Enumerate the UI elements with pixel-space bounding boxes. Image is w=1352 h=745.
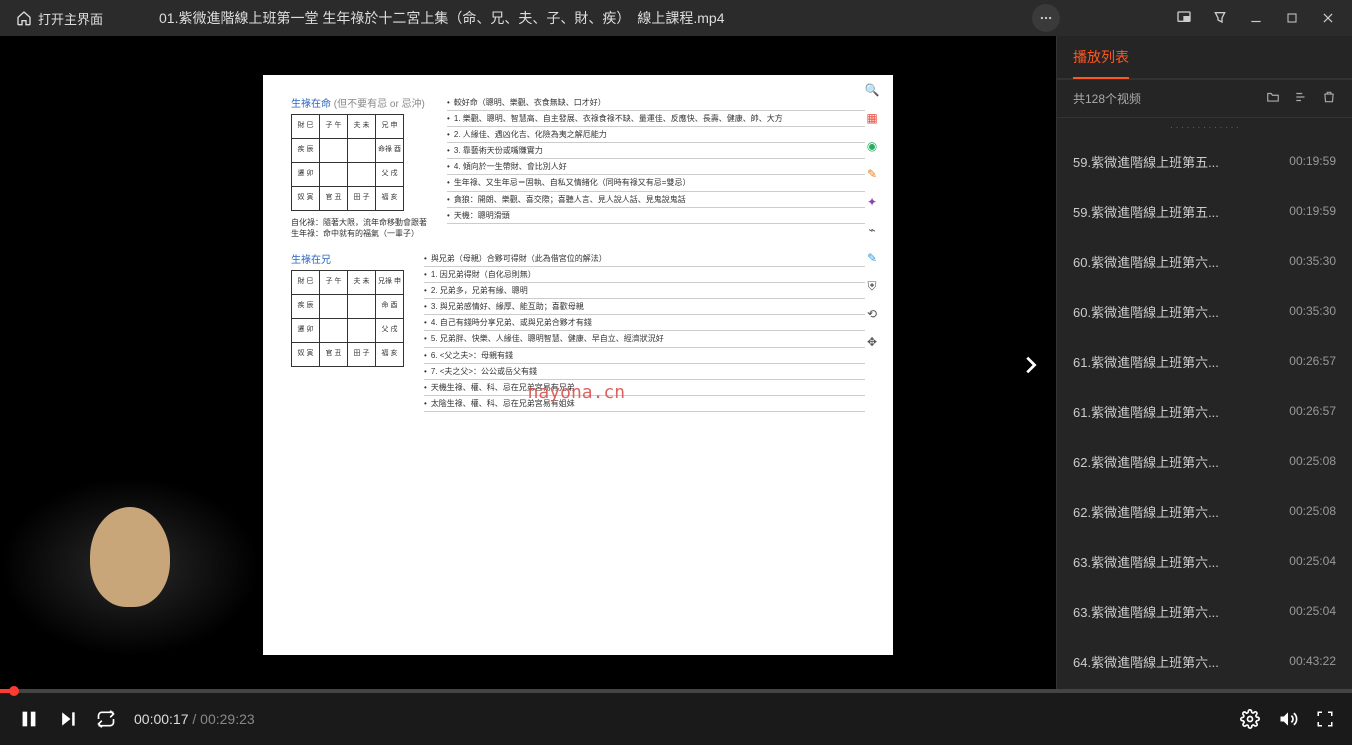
- playlist-item-name: 64.紫微進階線上班第六...: [1073, 652, 1219, 671]
- playlist-item-duration: 00:19:59: [1289, 154, 1336, 168]
- playlist-item[interactable]: 63.紫微進階線上班第六... 00:25:04: [1057, 536, 1352, 586]
- playlist-item[interactable]: 61.紫微進階線上班第六... 00:26:57: [1057, 386, 1352, 436]
- playlist-item-name: 63.紫微進階線上班第六...: [1073, 552, 1219, 571]
- next-button[interactable]: [1012, 347, 1048, 383]
- playlist-item-duration: 00:19:59: [1289, 204, 1336, 218]
- chart-table-2: 財 巳子 午夫 未兄祿 申疾 辰命 酉遷 卯父 戌奴 寅官 丑田 子福 亥: [291, 270, 404, 367]
- sort-icon[interactable]: [1294, 90, 1308, 107]
- tool-icon[interactable]: ✎: [863, 167, 881, 185]
- close-icon: [1321, 11, 1335, 25]
- chevron-right-icon: [1019, 354, 1041, 376]
- doc-tools: 🔍 ▦ ◉ ✎ ✦ ⌁ ✎ ⛨ ⟲ ✥: [863, 83, 885, 353]
- playlist-item-duration: 00:26:57: [1289, 354, 1336, 368]
- mini-mode-button[interactable]: [1168, 4, 1200, 32]
- tool-icon[interactable]: ✎: [863, 251, 881, 269]
- loop-icon: [96, 709, 116, 729]
- home-button[interactable]: 打开主界面: [8, 5, 111, 32]
- tool-icon[interactable]: ◉: [863, 139, 881, 157]
- pause-icon: [18, 708, 40, 730]
- playlist-tab[interactable]: 播放列表: [1073, 47, 1129, 79]
- total-time: 00:29:23: [200, 711, 255, 727]
- playlist-header: 播放列表: [1057, 36, 1352, 80]
- folder-icon[interactable]: [1266, 90, 1280, 107]
- playlist-item-duration: 00:26:57: [1289, 404, 1336, 418]
- playlist-item-duration: 00:25:04: [1289, 554, 1336, 568]
- playlist-item[interactable]: 61.紫微進階線上班第六... 00:26:57: [1057, 336, 1352, 386]
- video-area[interactable]: 生祿在命 (但不要有忌 or 忌沖) 財 巳子 午夫 未兄 申疾 辰命祿 酉遷 …: [0, 36, 1056, 693]
- more-button[interactable]: [1032, 4, 1060, 32]
- presenter-webcam: [0, 477, 260, 657]
- playlist-item[interactable]: 59.紫微進階線上班第五... 00:19:59: [1057, 136, 1352, 186]
- settings-button[interactable]: [1240, 709, 1260, 729]
- gear-icon: [1240, 709, 1260, 729]
- fullscreen-button[interactable]: [1316, 710, 1334, 728]
- slide-content: 生祿在命 (但不要有忌 or 忌沖) 財 巳子 午夫 未兄 申疾 辰命祿 酉遷 …: [263, 75, 893, 655]
- playlist-item-name: 62.紫微進階線上班第六...: [1073, 452, 1219, 471]
- tool-icon[interactable]: ✥: [863, 335, 881, 353]
- playlist-item-name: 60.紫微進階線上班第六...: [1073, 302, 1219, 321]
- playlist-item-duration: 00:25:08: [1289, 454, 1336, 468]
- notes-list-2: 與兄弟（母親）合夥可得財（此為借宮位的解法）1. 因兄弟得財（自化忌則無）2. …: [424, 251, 865, 413]
- playlist-item[interactable]: 62.紫微進階線上班第六... 00:25:08: [1057, 436, 1352, 486]
- time-display: 00:00:17 / 00:29:23: [134, 711, 255, 727]
- playlist-item-name: 59.紫微進階線上班第五...: [1073, 152, 1219, 171]
- window-actions: [1168, 4, 1344, 32]
- playlist-item-name: 60.紫微進階線上班第六...: [1073, 252, 1219, 271]
- window-title: 01.紫微進階線上班第一堂 生年祿於十二宮上集（命、兄、夫、子、財、疾） 線上課…: [119, 8, 1024, 28]
- playlist-subheader: 共128个视频: [1057, 80, 1352, 118]
- tool-icon[interactable]: ⛨: [863, 279, 881, 297]
- playlist-item-duration: 00:35:30: [1289, 304, 1336, 318]
- notes-list-1: 較好命（聰明、樂觀、衣食無缺、口才好）1. 樂觀、聰明、智慧高、自主發展、衣祿食…: [447, 95, 865, 239]
- playlist-item-name: 63.紫微進階線上班第六...: [1073, 602, 1219, 621]
- next-icon: [58, 709, 78, 729]
- maximize-button[interactable]: [1276, 4, 1308, 32]
- volume-button[interactable]: [1278, 709, 1298, 729]
- pin-icon: [1212, 10, 1228, 26]
- tool-icon[interactable]: ✦: [863, 195, 881, 213]
- playlist-item[interactable]: 60.紫微進階線上班第六... 00:35:30: [1057, 236, 1352, 286]
- minimize-icon: [1249, 11, 1263, 25]
- playlist-item[interactable]: 63.紫微進階線上班第六... 00:25:04: [1057, 586, 1352, 636]
- player-controls: 00:00:17 / 00:29:23: [0, 693, 1352, 745]
- home-label: 打开主界面: [38, 9, 103, 28]
- playlist-count: 共128个视频: [1073, 90, 1141, 107]
- playlist-item-name: 59.紫微進階線上班第五...: [1073, 202, 1219, 221]
- close-button[interactable]: [1312, 4, 1344, 32]
- fullscreen-icon: [1316, 710, 1334, 728]
- playlist-item-name: 61.紫微進階線上班第六...: [1073, 352, 1219, 371]
- next-track-button[interactable]: [58, 709, 78, 729]
- chart-table-1: 財 巳子 午夫 未兄 申疾 辰命祿 酉遷 卯父 戌奴 寅官 丑田 子福 亥: [291, 114, 404, 211]
- playlist-item[interactable]: 59.紫微進階線上班第五... 00:19:59: [1057, 186, 1352, 236]
- tool-icon[interactable]: ▦: [863, 111, 881, 129]
- playlist-item-duration: 00:25:08: [1289, 504, 1336, 518]
- playlist-item[interactable]: 60.紫微進階線上班第六... 00:35:30: [1057, 286, 1352, 336]
- playlist-item-duration: 00:43:22: [1289, 654, 1336, 668]
- tool-icon[interactable]: ⟲: [863, 307, 881, 325]
- current-time: 00:00:17: [134, 711, 189, 727]
- more-icon: [1039, 11, 1053, 25]
- zoom-icon[interactable]: 🔍: [863, 83, 881, 101]
- home-icon: [16, 10, 32, 26]
- playlist-panel: 播放列表 共128个视频 · · · · · · · · · · · · ·59…: [1056, 36, 1352, 693]
- playlist-item-duration: 00:25:04: [1289, 604, 1336, 618]
- ontop-button[interactable]: [1204, 4, 1236, 32]
- trash-icon[interactable]: [1322, 90, 1336, 107]
- volume-icon: [1278, 709, 1298, 729]
- minimize-button[interactable]: [1240, 4, 1272, 32]
- pause-button[interactable]: [18, 708, 40, 730]
- playlist-item[interactable]: 64.紫微進階線上班第六... 00:43:22: [1057, 636, 1352, 686]
- progress-bar[interactable]: [0, 689, 1352, 693]
- playlist-item-duration: 00:35:30: [1289, 254, 1336, 268]
- loop-button[interactable]: [96, 709, 116, 729]
- playlist-item-name: 61.紫微進階線上班第六...: [1073, 402, 1219, 421]
- mini-icon: [1176, 10, 1192, 26]
- titlebar: 打开主界面 01.紫微進階線上班第一堂 生年祿於十二宮上集（命、兄、夫、子、財、…: [0, 0, 1352, 36]
- playlist-item-name: 62.紫微進階線上班第六...: [1073, 502, 1219, 521]
- playlist-items[interactable]: · · · · · · · · · · · · ·59.紫微進階線上班第五...…: [1057, 118, 1352, 693]
- playlist-item[interactable]: 62.紫微進階線上班第六... 00:25:08: [1057, 486, 1352, 536]
- tool-icon[interactable]: ⌁: [863, 223, 881, 241]
- watermark: nayona.cn: [528, 382, 626, 403]
- main: 生祿在命 (但不要有忌 or 忌沖) 財 巳子 午夫 未兄 申疾 辰命祿 酉遷 …: [0, 36, 1352, 693]
- maximize-icon: [1286, 12, 1298, 24]
